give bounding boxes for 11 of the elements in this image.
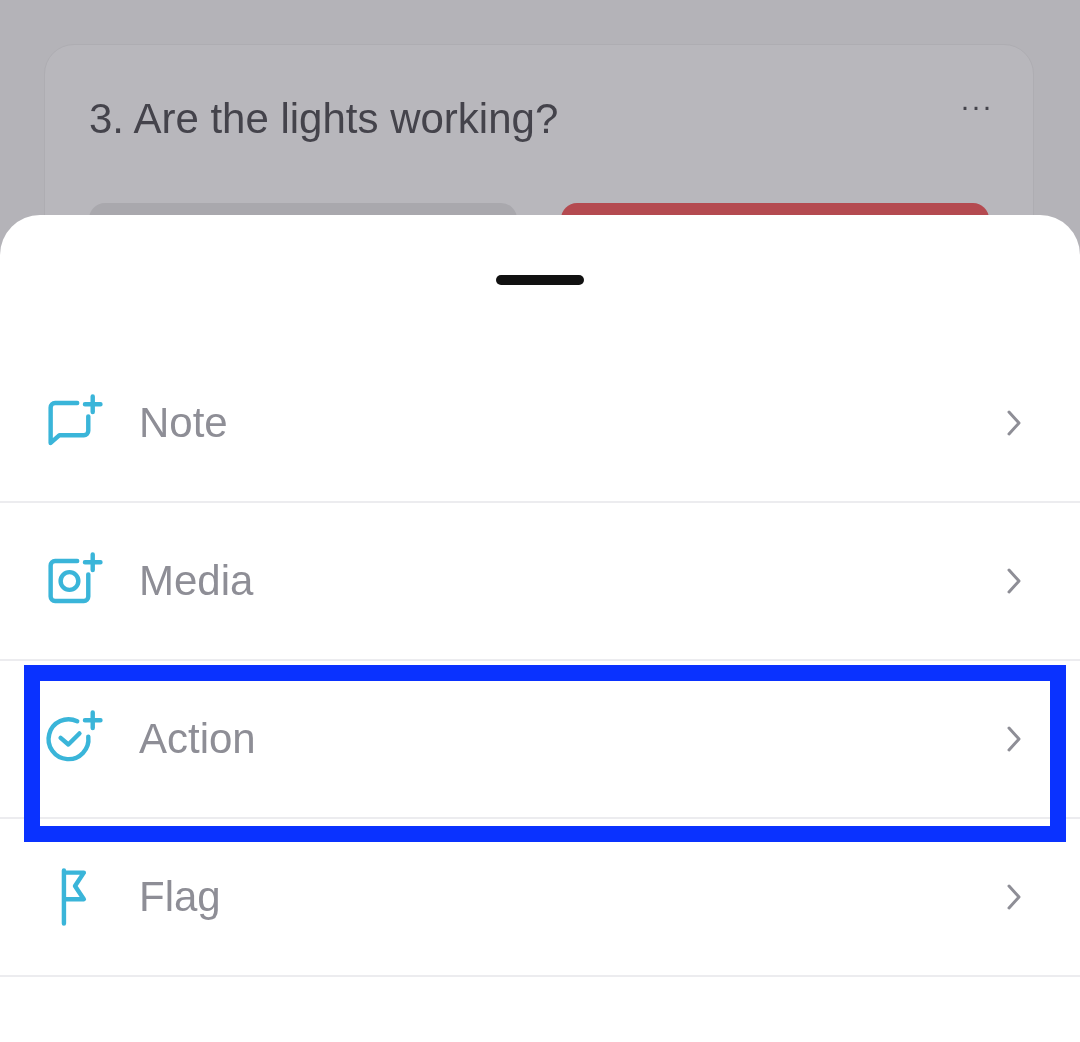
drag-handle[interactable]	[496, 275, 584, 285]
menu-item[interactable]: Media	[0, 503, 1080, 661]
chevron-right-icon	[1006, 883, 1022, 911]
menu-item[interactable]: Note	[0, 345, 1080, 503]
chevron-right-icon	[1006, 409, 1022, 437]
more-button[interactable]: ···	[960, 91, 993, 121]
question-title: 3. Are the lights working?	[89, 94, 559, 144]
chevron-right-icon	[1006, 725, 1022, 753]
menu-item[interactable]: Action	[0, 661, 1080, 819]
chevron-right-icon	[1006, 567, 1022, 595]
menu-item[interactable]: Flag	[0, 819, 1080, 977]
